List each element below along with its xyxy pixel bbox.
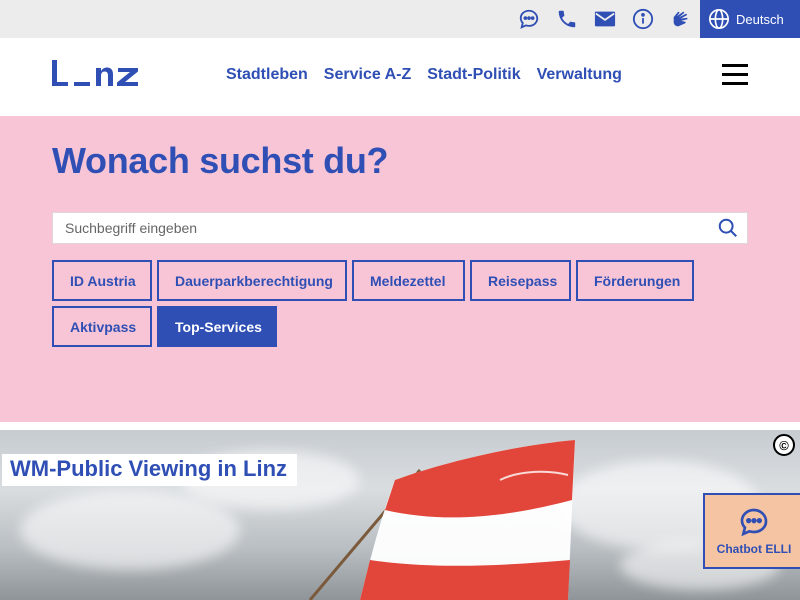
info-icon[interactable] bbox=[630, 6, 656, 32]
search-hero: Wonach suchst du? ID Austria Dauerparkbe… bbox=[0, 116, 800, 422]
utility-bar: Deutsch bbox=[0, 0, 800, 38]
chatbot-button[interactable]: Chatbot ELLI bbox=[703, 493, 800, 569]
sign-language-icon[interactable] bbox=[668, 6, 694, 32]
search-box bbox=[52, 212, 748, 244]
nav-stadt-politik[interactable]: Stadt-Politik bbox=[427, 66, 520, 84]
language-label: Deutsch bbox=[736, 11, 784, 27]
globe-icon bbox=[709, 9, 729, 29]
tag-dauerparkberechtigung[interactable]: Dauerparkberechtigung bbox=[157, 260, 347, 301]
language-selector[interactable]: Deutsch bbox=[700, 0, 800, 38]
linz-logo[interactable] bbox=[52, 60, 144, 90]
search-icon[interactable] bbox=[717, 217, 739, 239]
nav-stadtleben[interactable]: Stadtleben bbox=[226, 66, 308, 84]
chatbot-label: Chatbot ELLI bbox=[716, 542, 792, 556]
tag-top-services[interactable]: Top-Services bbox=[157, 306, 277, 347]
copyright-icon[interactable]: © bbox=[773, 434, 795, 456]
search-input[interactable] bbox=[53, 213, 703, 243]
phone-icon[interactable] bbox=[554, 6, 580, 32]
nav-verwaltung[interactable]: Verwaltung bbox=[537, 66, 622, 84]
hero-title: Wonach suchst du? bbox=[52, 140, 389, 181]
teaser-title[interactable]: WM-Public Viewing in Linz bbox=[2, 454, 298, 486]
tag-meldezettel[interactable]: Meldezettel bbox=[352, 260, 465, 301]
chatbot-icon bbox=[740, 508, 768, 537]
austrian-flag-image bbox=[308, 440, 575, 600]
tag-reisepass[interactable]: Reisepass bbox=[470, 260, 571, 301]
hamburger-menu-icon[interactable] bbox=[722, 64, 748, 88]
section-divider bbox=[0, 422, 800, 430]
mail-icon[interactable] bbox=[592, 6, 618, 32]
chat-icon[interactable] bbox=[516, 6, 542, 32]
teaser-image[interactable]: WM-Public Viewing in Linz © bbox=[0, 430, 800, 600]
tag-foerderungen[interactable]: Förderungen bbox=[576, 260, 694, 301]
main-header: Stadtleben Service A-Z Stadt-Politik Ver… bbox=[0, 38, 800, 116]
tag-aktivpass[interactable]: Aktivpass bbox=[52, 306, 152, 347]
main-nav: Stadtleben Service A-Z Stadt-Politik Ver… bbox=[226, 66, 622, 84]
tag-id-austria[interactable]: ID Austria bbox=[52, 260, 152, 301]
nav-service-a-z[interactable]: Service A-Z bbox=[324, 66, 411, 84]
